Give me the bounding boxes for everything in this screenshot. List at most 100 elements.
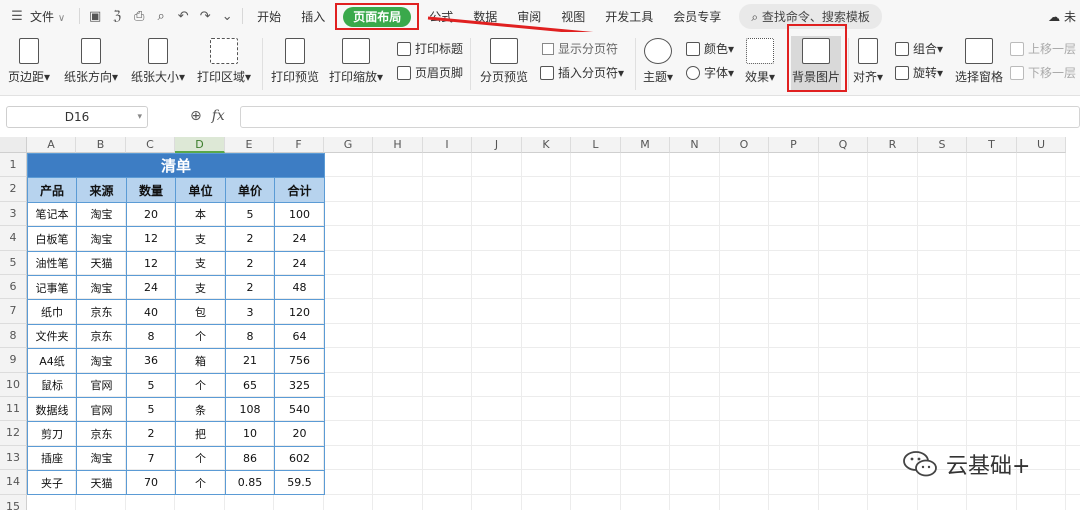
table-cell[interactable]: 淘宝 [76,226,127,252]
undo-icon[interactable]: ↶ [172,9,194,24]
table-cell[interactable]: 鼠标 [27,372,77,398]
table-cell[interactable]: 支 [175,250,226,276]
table-cell[interactable]: 24 [126,274,176,301]
send-backward-button[interactable]: 下移一层 [1010,64,1076,81]
column-header[interactable]: H [373,137,423,153]
tab-review[interactable]: 审阅 [507,8,551,25]
table-cell[interactable]: 24 [274,250,325,276]
row-header[interactable]: 5 [0,250,27,275]
column-header[interactable]: L [571,137,621,153]
table-cell[interactable]: 淘宝 [76,348,127,374]
table-cell[interactable]: 2 [126,421,176,447]
table-cell[interactable]: 36 [126,348,176,374]
margins-button[interactable]: 页边距▾ [8,38,50,85]
table-cell[interactable]: 540 [274,396,325,423]
column-header[interactable]: M [621,137,670,153]
column-header[interactable]: B [76,137,126,153]
table-cell[interactable]: 325 [274,372,325,398]
table-cell[interactable]: 70 [126,470,176,496]
row-header[interactable]: 14 [0,470,27,495]
table-cell[interactable]: 个 [175,372,226,398]
table-cell[interactable]: 5 [126,396,176,423]
theme-button[interactable]: 主题▾ [643,38,673,85]
table-cell[interactable]: 淘宝 [76,201,127,228]
table-cell[interactable]: 10 [225,421,275,447]
table-cell[interactable]: 12 [126,226,176,252]
row-header[interactable]: 6 [0,275,27,300]
print-scale-button[interactable]: 打印缩放▾ [329,38,383,85]
table-cell[interactable]: 24 [274,226,325,252]
table-cell[interactable]: 100 [274,201,325,228]
file-menu[interactable]: 文件 ∨ [28,8,75,25]
table-cell[interactable]: 剪刀 [27,421,77,447]
table-cell[interactable]: 条 [175,396,226,423]
orientation-button[interactable]: 纸张方向▾ [64,38,118,85]
table-cell[interactable]: 官网 [76,372,127,398]
table-cell[interactable]: 数据线 [27,396,77,423]
row-header[interactable]: 1 [0,153,27,178]
row-header[interactable]: 8 [0,323,27,349]
page-break-preview-button[interactable]: 分页预览 [480,38,528,85]
paint-format-icon[interactable]: ℨ [106,9,128,24]
table-cell[interactable]: 40 [126,299,176,325]
effects-button[interactable]: 效果▾ [745,38,775,85]
table-cell[interactable]: 包 [175,299,226,325]
row-header[interactable]: 3 [0,201,27,227]
table-cell[interactable]: 59.5 [274,470,325,496]
show-page-breaks-checkbox[interactable]: 显示分页符 [542,40,618,57]
table-cell[interactable]: 支 [175,226,226,252]
header-cell[interactable]: 单位 [175,177,226,203]
table-cell[interactable]: 108 [225,396,275,423]
insert-page-break-button[interactable]: 插入分页符▾ [540,64,624,81]
column-header[interactable]: E [225,137,274,153]
row-header[interactable]: 10 [0,372,27,397]
table-cell[interactable]: 油性笔 [27,250,77,276]
row-header[interactable]: 11 [0,397,27,422]
table-cell[interactable]: 3 [225,299,275,325]
table-cell[interactable]: 记事笔 [27,274,77,301]
table-cell[interactable]: 8 [225,323,275,350]
tab-page-layout[interactable]: 页面布局 [343,6,412,27]
customize-toolbar-icon[interactable]: ⌄ [216,9,238,24]
table-cell[interactable]: 64 [274,323,325,350]
column-header[interactable]: K [522,137,571,153]
name-box[interactable]: D16 ▾ [6,106,148,128]
column-header[interactable]: Q [819,137,868,153]
print-icon[interactable]: ⎙ [128,9,150,24]
table-cell[interactable]: 支 [175,274,226,301]
fx-icon[interactable]: fx [212,108,225,124]
table-cell[interactable]: 把 [175,421,226,447]
row-header[interactable]: 7 [0,299,27,324]
table-cell[interactable]: 京东 [76,299,127,325]
save-icon[interactable]: ▣ [84,9,106,24]
table-cell[interactable]: 箱 [175,348,226,374]
column-header[interactable]: N [670,137,720,153]
tab-formulas[interactable]: 公式 [419,8,463,25]
selection-pane-button[interactable]: 选择窗格 [955,38,1003,85]
table-cell[interactable]: 65 [225,372,275,398]
header-cell[interactable]: 合计 [274,177,325,203]
table-cell[interactable]: 白板笔 [27,226,77,252]
print-preview-icon[interactable]: ⌕ [150,9,172,24]
table-cell[interactable]: 5 [126,372,176,398]
print-area-button[interactable]: 打印区域▾ [197,38,251,85]
rotate-button[interactable]: 旋转▾ [895,64,943,81]
table-cell[interactable]: 7 [126,445,176,472]
tab-insert[interactable]: 插入 [291,8,335,25]
tab-view[interactable]: 视图 [551,8,595,25]
table-cell[interactable]: 淘宝 [76,445,127,472]
table-cell[interactable]: 86 [225,445,275,472]
column-header[interactable]: O [720,137,769,153]
row-header[interactable]: 4 [0,226,27,251]
table-cell[interactable]: 48 [274,274,325,301]
column-header[interactable]: S [918,137,967,153]
header-footer-button[interactable]: 页眉页脚 [397,64,463,81]
column-header[interactable]: C [126,137,175,153]
tab-developer[interactable]: 开发工具 [595,8,663,25]
column-header[interactable]: P [769,137,819,153]
table-cell[interactable]: 21 [225,348,275,374]
zoom-icon[interactable]: ⊕ [190,108,202,124]
table-cell[interactable]: 20 [274,421,325,447]
table-cell[interactable]: 2 [225,250,275,276]
table-cell[interactable]: 12 [126,250,176,276]
